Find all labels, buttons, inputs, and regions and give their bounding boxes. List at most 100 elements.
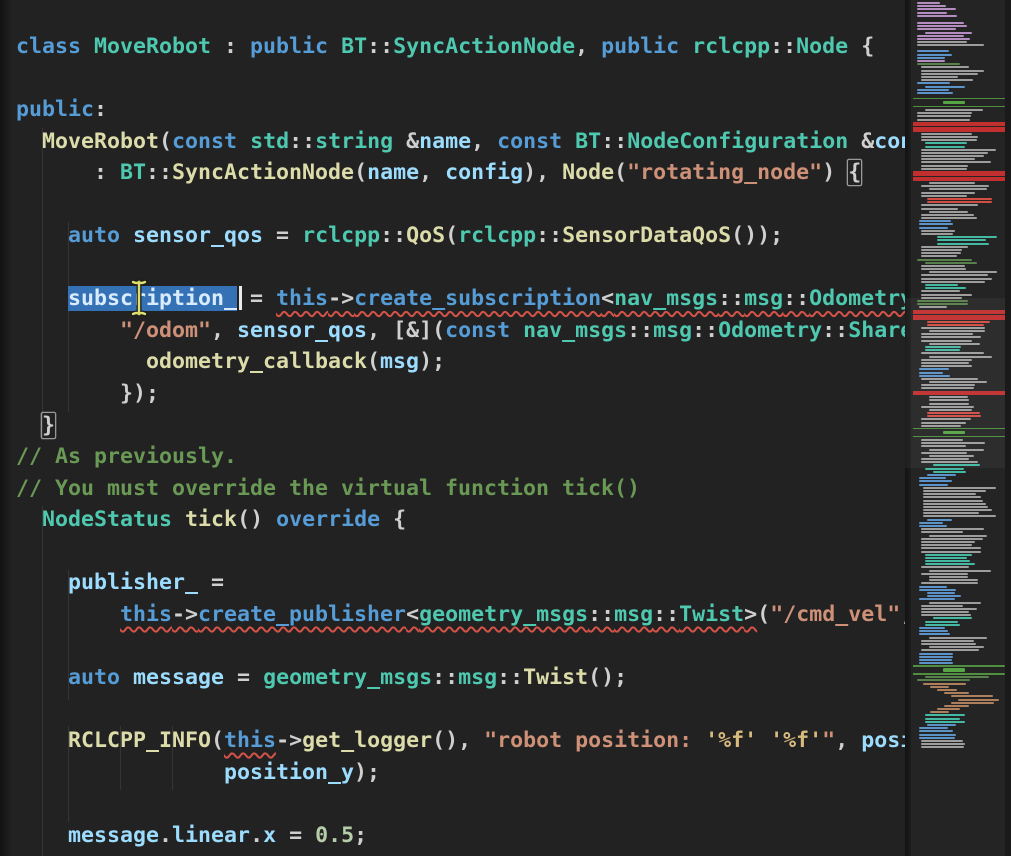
code-token: create_publisher xyxy=(198,602,406,627)
code-token xyxy=(16,507,42,532)
code-line[interactable]: auto message = geometry_msgs::msg::Twist… xyxy=(0,662,905,694)
minimap-line xyxy=(921,608,977,610)
code-line[interactable]: // As previously. xyxy=(0,441,905,473)
code-token: > xyxy=(744,602,757,627)
minimap-line xyxy=(923,506,988,508)
code-line[interactable] xyxy=(0,536,905,568)
minimap-line xyxy=(930,686,949,688)
minimap-line xyxy=(927,724,956,726)
code-line[interactable] xyxy=(0,693,905,725)
code-token: message xyxy=(133,665,224,690)
code-line[interactable]: // You must override the virtual functio… xyxy=(0,473,905,505)
code-line[interactable]: class MoveRobot : public BT::SyncActionN… xyxy=(0,31,905,63)
code-line[interactable]: RCLCPP_INFO(this->get_logger(), "robot p… xyxy=(0,725,905,757)
code-token: '%f' xyxy=(770,728,822,753)
code-line[interactable]: auto sensor_qos = rclcpp::QoS(rclcpp::Se… xyxy=(0,220,905,252)
minimap-line xyxy=(917,44,984,46)
code-token: x xyxy=(263,823,276,848)
minimap-line xyxy=(925,287,966,289)
code-token: auto xyxy=(68,665,133,690)
code-token: ); xyxy=(419,349,445,374)
minimap-line xyxy=(919,223,953,225)
minimap-slider[interactable] xyxy=(905,298,1011,468)
code-line[interactable]: }); xyxy=(0,378,905,410)
code-token: override xyxy=(276,507,380,532)
minimap-line xyxy=(921,73,978,75)
code-line[interactable]: NodeStatus tick() override { xyxy=(0,504,905,536)
code-line[interactable]: : BT::SyncActionNode(name, config), Node… xyxy=(0,157,905,189)
minimap-line xyxy=(925,142,967,144)
code-line[interactable]: odometry_callback(msg); xyxy=(0,346,905,378)
minimap-line xyxy=(921,158,975,160)
minimap-line xyxy=(917,92,953,94)
code-line[interactable] xyxy=(0,63,905,95)
minimap-line xyxy=(925,714,965,716)
minimap-line xyxy=(921,252,961,254)
minimap-line xyxy=(930,711,949,713)
minimap-line xyxy=(919,227,948,229)
code-token: public xyxy=(250,34,341,59)
minimap-line xyxy=(937,689,957,691)
code-line[interactable] xyxy=(0,189,905,221)
minimap-line xyxy=(917,60,945,62)
code-token: :: xyxy=(380,223,406,248)
minimap-scrollbar[interactable] xyxy=(1005,0,1011,856)
minimap-line xyxy=(919,633,950,635)
code-line[interactable]: public: xyxy=(0,94,905,126)
minimap[interactable] xyxy=(905,0,1011,856)
code-token: " xyxy=(822,728,835,753)
minimap-line xyxy=(925,32,972,34)
code-token: 0.5 xyxy=(315,823,354,848)
code-token: , xyxy=(471,129,497,154)
minimap-line xyxy=(921,76,958,78)
code-token: :: xyxy=(770,34,796,59)
minimap-separator xyxy=(913,98,1005,99)
minimap-line xyxy=(929,211,968,213)
code-token: Odometry xyxy=(809,286,905,311)
code-token: ( xyxy=(614,160,627,185)
minimap-line xyxy=(921,230,955,232)
left-vignette xyxy=(0,0,12,856)
minimap-line xyxy=(925,676,989,678)
minimap-line xyxy=(917,112,972,114)
minimap-line xyxy=(921,149,996,151)
minimap-line xyxy=(929,576,968,578)
selected-text[interactable]: subscription_ xyxy=(68,286,237,311)
minimap-line xyxy=(921,255,957,257)
minimap-line xyxy=(944,692,969,694)
minimap-line xyxy=(937,708,960,710)
code-line[interactable] xyxy=(0,788,905,820)
code-token: // You must override the virtual functio… xyxy=(16,476,640,501)
code-token: :: xyxy=(367,34,393,59)
minimap-line xyxy=(917,115,971,117)
code-token xyxy=(16,823,68,848)
minimap-line xyxy=(929,271,997,273)
code-token: :: xyxy=(718,286,744,311)
code-editor[interactable]: class MoveRobot : public BT::SyncActionN… xyxy=(0,0,905,856)
code-line[interactable]: this->create_publisher<geometry_msgs::ms… xyxy=(0,599,905,631)
minimap-line xyxy=(951,702,994,704)
code-token: ( xyxy=(445,223,458,248)
minimap-separator xyxy=(913,106,1005,107)
code-token: name xyxy=(367,160,419,185)
code-token: SyncActionNode xyxy=(393,34,575,59)
code-token: odometry_callback xyxy=(146,349,367,374)
code-line[interactable]: message.linear.x = 0.5; xyxy=(0,820,905,852)
code-token: Twist xyxy=(679,602,744,627)
code-token: -> xyxy=(328,286,354,311)
minimap-line xyxy=(921,278,992,280)
code-line[interactable]: } xyxy=(0,410,905,442)
code-token: nav_msgs xyxy=(523,318,627,343)
code-line[interactable]: MoveRobot(const std::string &name, const… xyxy=(0,126,905,158)
code-token: msg xyxy=(744,286,783,311)
minimap-error-bar xyxy=(913,177,1005,182)
code-line[interactable] xyxy=(0,630,905,662)
minimap-line xyxy=(929,188,987,190)
minimap-line xyxy=(921,139,977,141)
minimap-line xyxy=(937,236,997,238)
minimap-line xyxy=(923,503,986,505)
code-line[interactable]: publisher_ = xyxy=(0,567,905,599)
code-token: & xyxy=(848,129,874,154)
code-token: -> xyxy=(172,602,198,627)
code-line[interactable]: position_y); xyxy=(0,757,905,789)
